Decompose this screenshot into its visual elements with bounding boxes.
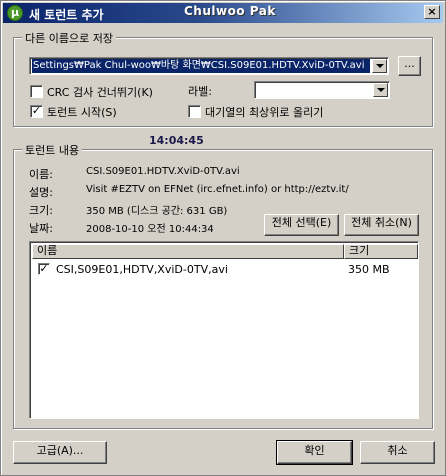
file-list-row[interactable]: ✓ CSI,S09E01,HDTV,XviD-0TV,avi 350 MB bbox=[32, 262, 416, 277]
file-name-cell: CSI,S09E01,HDTV,XviD-0TV,avi bbox=[56, 263, 228, 276]
start-torrent-label[interactable]: 토런트 시작(S) bbox=[47, 104, 117, 120]
ok-button[interactable]: 확인 bbox=[276, 440, 353, 465]
comment-caption: 설명: bbox=[29, 186, 53, 199]
size-value: 350 MB (디스크 공간: 631 GB) bbox=[86, 206, 228, 217]
save-as-group-label: 다른 이름으로 저장 bbox=[22, 30, 116, 46]
column-header-name[interactable]: 이름 bbox=[32, 244, 344, 259]
deselect-all-button-label: 전체 취소(N) bbox=[351, 216, 412, 229]
utorrent-app-icon: μ bbox=[7, 5, 23, 21]
timestamp-overlay: 14:04:45 bbox=[149, 134, 204, 147]
size-caption: 크기: bbox=[29, 204, 53, 217]
chevron-down-icon[interactable] bbox=[373, 83, 388, 97]
date-value: 2008-10-10 오전 10:44:34 bbox=[86, 224, 214, 235]
close-icon[interactable]: × bbox=[424, 5, 440, 19]
date-caption: 날짜: bbox=[29, 222, 53, 235]
add-torrent-dialog: μ 새 토런트 추가 Chulwoo Pak × 다른 이름으로 저장 Sett… bbox=[0, 0, 446, 476]
cancel-button[interactable]: 취소 bbox=[360, 441, 435, 464]
top-of-queue-checkbox[interactable] bbox=[188, 105, 201, 118]
name-caption: 이름: bbox=[29, 168, 53, 181]
browse-button[interactable]: ... bbox=[398, 56, 421, 76]
file-list[interactable]: 이름 크기 ✓ CSI,S09E01,HDTV,XviD-0TV,avi 350… bbox=[29, 241, 419, 419]
advanced-button-label: 고급(A)... bbox=[36, 444, 84, 457]
start-torrent-checkbox[interactable]: ✓ bbox=[30, 105, 43, 118]
file-checkbox[interactable]: ✓ bbox=[38, 263, 50, 275]
label-caption: 라벨: bbox=[188, 85, 212, 98]
comment-value: Visit #EZTV on EFNet (irc.efnet.info) or… bbox=[86, 184, 349, 195]
browse-button-label: ... bbox=[404, 57, 415, 70]
skip-hash-checkbox[interactable] bbox=[30, 85, 43, 98]
window-title: 새 토런트 추가 bbox=[29, 8, 104, 22]
cancel-button-label: 취소 bbox=[387, 444, 408, 457]
check-mark-icon: ✓ bbox=[31, 104, 42, 117]
column-header-size[interactable]: 크기 bbox=[344, 244, 418, 259]
title-bar[interactable]: μ 새 토런트 추가 Chulwoo Pak × bbox=[3, 3, 443, 23]
check-mark-icon: ✓ bbox=[39, 262, 49, 275]
label-combobox[interactable] bbox=[254, 81, 390, 99]
save-path-value: Settings₩Pak Chul-woo₩바탕 화면₩CSI.S09E01.H… bbox=[32, 59, 370, 73]
select-all-button[interactable]: 전체 선택(E) bbox=[264, 214, 339, 236]
file-list-header: 이름 크기 bbox=[32, 244, 418, 259]
deselect-all-button[interactable]: 전체 취소(N) bbox=[344, 214, 419, 236]
select-all-button-label: 전체 선택(E) bbox=[271, 216, 332, 229]
file-size-cell: 350 MB bbox=[348, 263, 390, 276]
name-value: CSI.S09E01.HDTV.XviD-0TV.avi bbox=[86, 166, 240, 177]
skip-hash-label[interactable]: CRC 검사 건너뛰기(K) bbox=[47, 84, 153, 100]
top-of-queue-label[interactable]: 대기열의 최상위로 올리기 bbox=[205, 104, 323, 120]
torrent-contents-group-label: 토런트 내용 bbox=[22, 142, 83, 158]
watermark-text: Chulwoo Pak bbox=[184, 4, 276, 18]
advanced-button[interactable]: 고급(A)... bbox=[13, 441, 107, 464]
save-path-combobox[interactable]: Settings₩Pak Chul-woo₩바탕 화면₩CSI.S09E01.H… bbox=[29, 57, 389, 75]
chevron-down-icon[interactable] bbox=[372, 59, 387, 73]
ok-button-label: 확인 bbox=[304, 444, 325, 457]
